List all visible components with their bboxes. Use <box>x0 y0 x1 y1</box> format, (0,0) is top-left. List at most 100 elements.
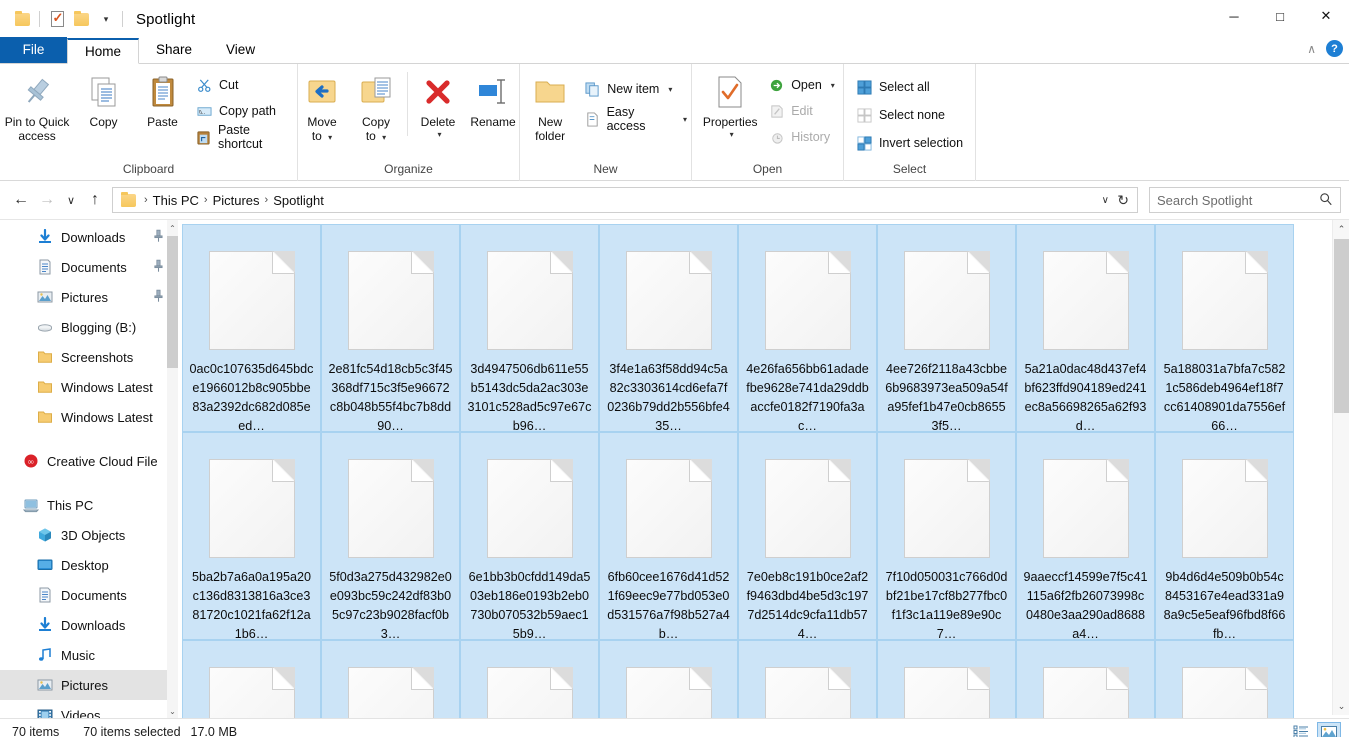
drive-icon <box>36 319 53 336</box>
rename-button[interactable]: Rename <box>464 68 522 130</box>
move-to-button[interactable]: Move to ▾ <box>295 68 349 144</box>
search-input[interactable]: Search Spotlight <box>1149 187 1341 213</box>
sidebar-item-downloads[interactable]: Downloads <box>0 610 178 640</box>
pin-icon[interactable] <box>147 227 167 248</box>
recent-locations-button[interactable]: ∨ <box>60 187 82 213</box>
file-tile-partial[interactable] <box>1016 640 1155 718</box>
file-tile-partial[interactable] <box>599 640 738 718</box>
new-item-button[interactable]: New item ▾ <box>580 78 691 100</box>
tab-home[interactable]: Home <box>67 38 140 64</box>
sidebar-item-desktop[interactable]: Desktop <box>0 550 178 580</box>
sidebar-item-pictures[interactable]: Pictures <box>0 282 178 312</box>
breadcrumb[interactable]: › This PC › Pictures › Spotlight ∨ ↻ <box>112 187 1138 213</box>
up-button[interactable]: ↑ <box>82 187 108 213</box>
sidebar-item-documents[interactable]: Documents <box>0 252 178 282</box>
tab-share[interactable]: Share <box>139 37 209 63</box>
copy-to-button[interactable]: Copy to ▾ <box>349 68 403 144</box>
file-tile[interactable]: 3d4947506db611e55b5143dc5da2ac303e3101c5… <box>460 224 599 432</box>
file-scroll-thumb[interactable] <box>1334 239 1349 413</box>
file-tile-partial[interactable] <box>738 640 877 718</box>
pin-icon[interactable] <box>147 257 167 278</box>
qat-folder-button[interactable] <box>10 7 34 31</box>
properties-button[interactable]: Properties ▾ <box>696 68 764 139</box>
help-icon[interactable]: ? <box>1326 40 1343 57</box>
back-button[interactable]: ← <box>8 187 34 213</box>
file-scroll-down-icon[interactable]: ⌄ <box>1333 697 1349 715</box>
sidebar-item-windows-latest[interactable]: Windows Latest <box>0 402 178 432</box>
main-area: Downloads Documents Pictures Blogging (B:) S… <box>0 219 1349 719</box>
breadcrumb-item-this-pc[interactable]: This PC <box>148 193 204 208</box>
new-folder-button[interactable]: New folder <box>520 68 580 143</box>
file-tile[interactable]: 9b4d6d4e509b0b54c8453167e4ead331a98a9c5e… <box>1155 432 1294 640</box>
maximize-button[interactable]: □ <box>1257 0 1303 32</box>
file-tile-partial[interactable] <box>182 640 321 718</box>
cut-button[interactable]: Cut <box>192 74 297 96</box>
open-button[interactable]: Open ▾ <box>764 74 839 96</box>
refresh-icon[interactable]: ↻ <box>1117 192 1129 209</box>
pin-icon[interactable] <box>147 287 167 308</box>
file-tile[interactable]: 7e0eb8c191b0ce2af2f9463dbd4be5d3c1977d25… <box>738 432 877 640</box>
sidebar-item-creative-cloud-file[interactable]: ∞ Creative Cloud File <box>0 446 178 476</box>
navigation-pane[interactable]: Downloads Documents Pictures Blogging (B:) S… <box>0 220 178 719</box>
sidebar-item-3d-objects[interactable]: 3D Objects <box>0 520 178 550</box>
file-tile[interactable]: 6e1bb3b0cfdd149da503eb186e0193b2eb0730b0… <box>460 432 599 640</box>
sidebar-scrollbar[interactable]: ⌃ ⌄ <box>167 220 178 719</box>
tab-view[interactable]: View <box>209 37 272 63</box>
sidebar-item-music[interactable]: Music <box>0 640 178 670</box>
collapse-ribbon-icon[interactable]: ∧ <box>1307 42 1316 56</box>
sidebar-item-screenshots[interactable]: Screenshots <box>0 342 178 372</box>
file-tile[interactable]: 9aaeccf14599e7f5c41115a6f2fb26073998c048… <box>1016 432 1155 640</box>
invert-selection-button[interactable]: Invert selection <box>852 132 967 154</box>
sidebar-item-documents[interactable]: Documents <box>0 580 178 610</box>
pin-to-quick-access-button[interactable]: Pin to Quick access <box>0 68 74 143</box>
search-icon[interactable] <box>1319 192 1333 209</box>
file-tile[interactable]: 5ba2b7a6a0a195a20c136d8313816a3ce381720c… <box>182 432 321 640</box>
file-tile-partial[interactable] <box>877 640 1016 718</box>
file-tile[interactable]: 2e81fc54d18cb5c3f45368df715c3f5e96672c8b… <box>321 224 460 432</box>
qat-properties-button[interactable] <box>45 7 69 31</box>
sidebar-item-windows-latest[interactable]: Windows Latest <box>0 372 178 402</box>
file-list-scrollbar[interactable]: ⌃ ⌄ <box>1332 220 1349 715</box>
minimize-button[interactable]: ─ <box>1211 0 1257 32</box>
close-button[interactable]: ✕ <box>1303 0 1349 32</box>
file-tile[interactable]: 4e26fa656bb61adadefbe9628e741da29ddbaccf… <box>738 224 877 432</box>
select-all-button[interactable]: Select all <box>852 76 967 98</box>
sidebar-item-pictures[interactable]: Pictures <box>0 670 178 700</box>
paste-button[interactable]: Paste <box>133 68 192 130</box>
delete-button[interactable]: Delete ▾ <box>412 68 464 139</box>
breadcrumb-item-pictures[interactable]: Pictures <box>208 193 265 208</box>
sidebar-item-this-pc[interactable]: This PC <box>0 490 178 520</box>
forward-button[interactable]: → <box>34 187 60 213</box>
qat-new-folder-button[interactable] <box>69 7 93 31</box>
file-tile[interactable]: 5a21a0dac48d437ef4bf623ffd904189ed241ec8… <box>1016 224 1155 432</box>
breadcrumb-item-spotlight[interactable]: Spotlight <box>268 193 329 208</box>
qat-customize-button[interactable]: ▾ <box>93 7 117 31</box>
select-none-button[interactable]: Select none <box>852 104 967 126</box>
copy-path-button[interactable]: \\.. Copy path <box>192 100 297 122</box>
sidebar-scroll-up-icon[interactable]: ⌃ <box>167 220 178 236</box>
sidebar-item-videos[interactable]: Videos <box>0 700 178 719</box>
file-tile-partial[interactable] <box>1155 640 1294 718</box>
breadcrumb-dropdown-icon[interactable]: ∨ <box>1102 195 1109 206</box>
paste-shortcut-button[interactable]: Paste shortcut <box>192 123 297 151</box>
file-tile[interactable]: 5f0d3a275d432982e0e093bc59c242df83b05c97… <box>321 432 460 640</box>
file-tile[interactable]: 7f10d050031c766d0dbf21be17cf8b277fbc0f1f… <box>877 432 1016 640</box>
copy-button[interactable]: Copy <box>74 68 133 130</box>
file-tile[interactable]: 4ee726f2118a43cbbe6b9683973ea509a54fa95f… <box>877 224 1016 432</box>
sidebar-scroll-thumb[interactable] <box>167 236 178 368</box>
easy-access-button[interactable]: Easy access ▾ <box>580 105 691 133</box>
tab-file[interactable]: File <box>0 37 67 63</box>
file-tile[interactable]: 6fb60cee1676d41d521f69eec9e77bd053e0d531… <box>599 432 738 640</box>
large-icons-view-button[interactable] <box>1317 721 1341 737</box>
file-tile-partial[interactable] <box>460 640 599 718</box>
file-tile[interactable]: 0ac0c107635d645bdce1966012b8c905bbe83a23… <box>182 224 321 432</box>
sidebar-item-downloads[interactable]: Downloads <box>0 222 178 252</box>
file-list-view[interactable]: 0ac0c107635d645bdce1966012b8c905bbe83a23… <box>178 220 1349 718</box>
file-tile-partial[interactable] <box>321 640 460 718</box>
file-tile[interactable]: 5a188031a7bfa7c5821c586deb4964ef18f7cc61… <box>1155 224 1294 432</box>
details-view-button[interactable] <box>1289 722 1313 737</box>
sidebar-scroll-down-icon[interactable]: ⌄ <box>167 703 178 719</box>
sidebar-item-blogging-b[interactable]: Blogging (B:) <box>0 312 178 342</box>
file-scroll-up-icon[interactable]: ⌃ <box>1333 220 1349 238</box>
file-tile[interactable]: 3f4e1a63f58dd94c5a82c3303614cd6efa7f0236… <box>599 224 738 432</box>
